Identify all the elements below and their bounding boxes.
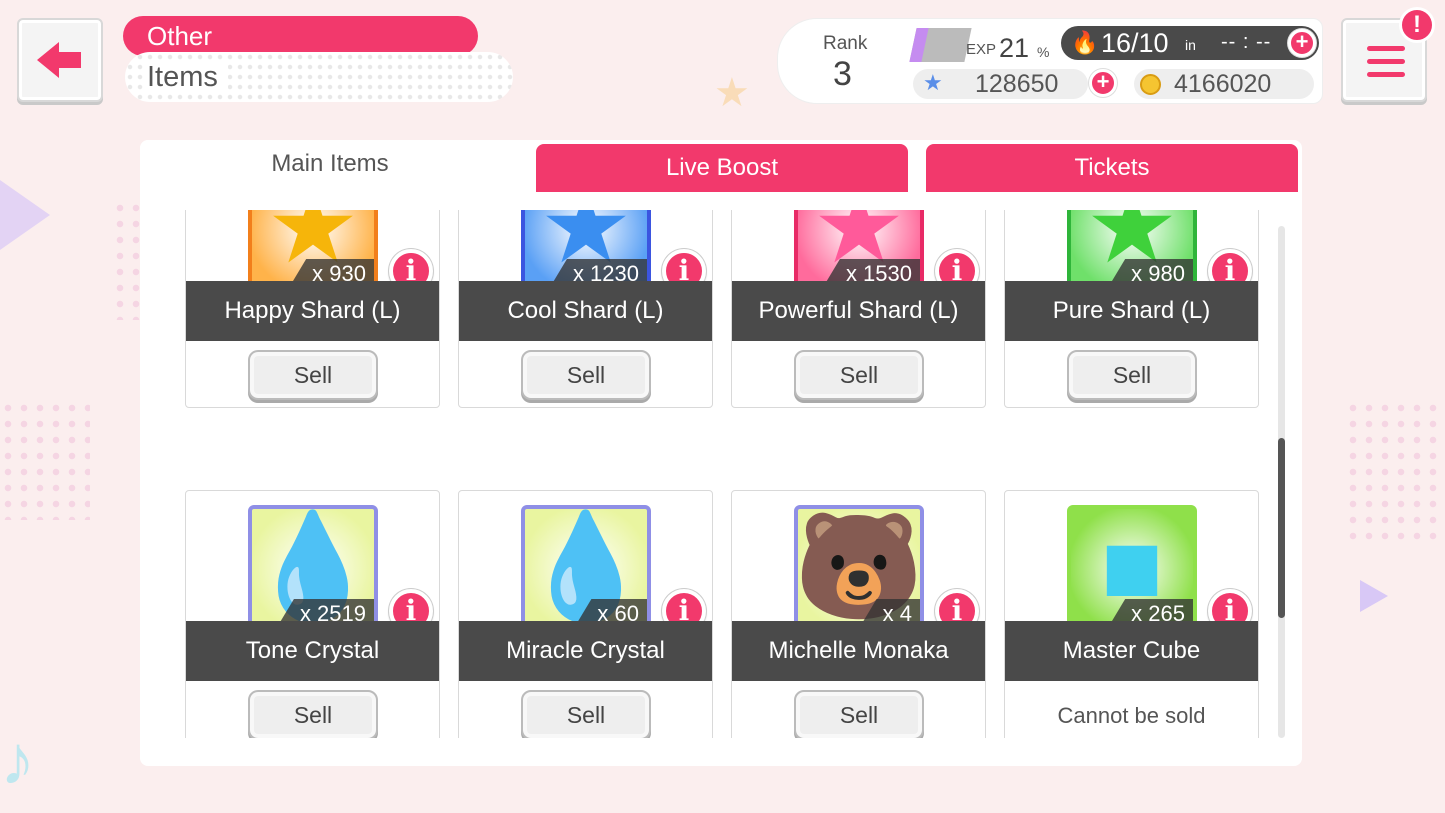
coin-icon [1140,74,1161,95]
exp-unit: % [1037,44,1050,60]
rank-value: 3 [833,55,852,93]
exp-label: EXP [966,41,997,58]
item-card: ★ x 980 i Pure Shard (L) Sell [1004,210,1259,408]
item-name: Michelle Monaka [732,621,985,681]
flame-icon: 🔥 [1071,30,1099,55]
item-card: ★ x 1230 i Cool Shard (L) Sell [458,210,713,408]
stamina-pill: 🔥 16/10 in -- : -- + [1061,26,1319,60]
menu-icon-bar [1367,59,1405,64]
cannot-sell-label: Cannot be sold [1057,703,1206,728]
star-gems-pill: ★ 128650 [913,69,1088,99]
exp-progress-bar [909,28,972,62]
item-name: Tone Crystal [186,621,439,681]
exp-value: 21 [999,33,1030,63]
sell-button[interactable]: Sell [248,350,378,400]
stamina-timer: -- : -- [1221,31,1272,53]
tab-main-items[interactable]: Main Items [140,140,520,192]
notification-alert-icon: ! [1399,7,1435,43]
item-card: 🐻 x 4 i Michelle Monaka Sell [731,490,986,738]
menu-icon-bar [1367,72,1405,77]
item-name: Pure Shard (L) [1005,281,1258,341]
sell-button[interactable]: Sell [794,690,924,738]
star-decoration: ★ [714,71,750,115]
sell-button[interactable]: Sell [521,690,651,738]
item-name: Cool Shard (L) [459,281,712,341]
item-thumbnail[interactable]: 💧 x 2519 [248,505,378,633]
sell-button[interactable]: Sell [521,350,651,400]
tab-tickets[interactable]: Tickets [926,144,1298,192]
rank-label: Rank [823,33,868,54]
menu-icon [1367,46,1405,51]
items-grid[interactable]: ★ x 930 i Happy Shard (L) Sell ★ x 1230 i Cool S… [185,210,1265,738]
item-thumbnail[interactable]: 💧 x 60 [521,505,651,633]
item-name: Master Cube [1005,621,1258,681]
item-thumbnail[interactable]: 🐻 x 4 [794,505,924,633]
back-arrow-icon [37,42,81,78]
stamina-value: 16/10 [1101,28,1169,58]
item-card: ■ x 265 i Master Cube Cannot be sold [1004,490,1259,738]
tab-live-boost[interactable]: Live Boost [536,144,908,192]
star-gems-value: 128650 [975,70,1059,98]
item-card: ★ x 1530 i Powerful Shard (L) Sell [731,210,986,408]
scrollbar-thumb[interactable] [1278,438,1285,618]
item-name: Miracle Crystal [459,621,712,681]
items-panel: Main Items Live Boost Tickets ★ x 930 i Hap… [140,140,1302,766]
triangle-decoration [0,180,50,250]
item-card: ★ x 930 i Happy Shard (L) Sell [185,210,440,408]
player-status-panel: Rank 3 EXP 21 % 🔥 16/10 in -- : -- + ★ 1… [777,18,1323,104]
item-card: 💧 x 2519 i Tone Crystal Sell [185,490,440,738]
sell-button[interactable]: Sell [248,690,378,738]
page-title: Items [125,52,513,102]
add-stamina-button[interactable]: + [1288,29,1316,57]
scrollbar[interactable] [1278,226,1285,738]
stamina-in-label: in [1185,37,1196,53]
coins-pill: 4166020 [1134,69,1314,99]
coins-value: 4166020 [1174,70,1272,98]
background-dots [1345,400,1445,540]
sell-button[interactable]: Sell [1067,350,1197,400]
triangle-decoration [1360,580,1388,612]
background-dots [0,400,90,520]
star-gem-icon: ★ [923,70,943,95]
back-button[interactable] [17,18,103,102]
item-thumbnail[interactable]: ■ x 265 [1067,505,1197,633]
item-name: Powerful Shard (L) [732,281,985,341]
note-decoration: ♪ [0,721,35,799]
add-star-gems-button[interactable]: + [1089,69,1117,97]
sell-button[interactable]: Sell [794,350,924,400]
page-category: Other [123,16,478,56]
page-title-block: Other Items [123,16,513,104]
item-card: 💧 x 60 i Miracle Crystal Sell [458,490,713,738]
item-name: Happy Shard (L) [186,281,439,341]
